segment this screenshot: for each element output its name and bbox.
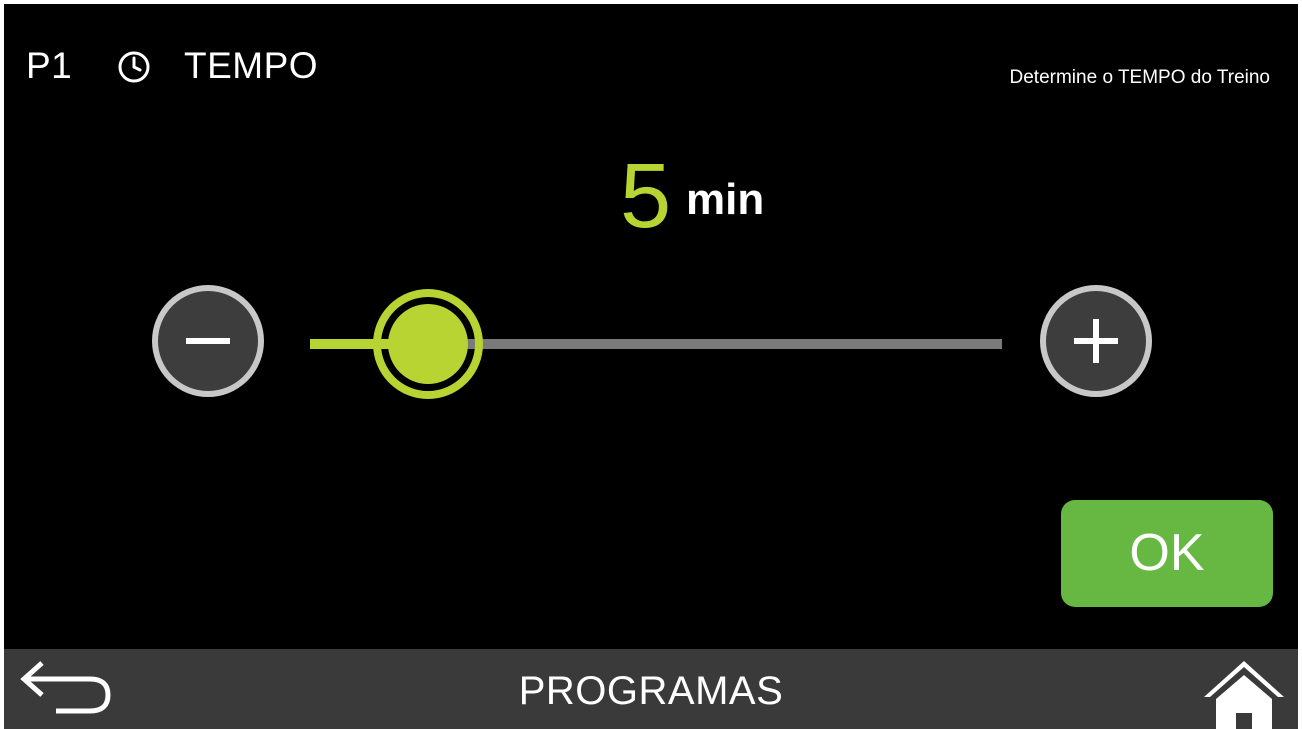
time-display: 5 min (4, 148, 1298, 248)
decrease-button[interactable] (152, 285, 264, 397)
time-slider[interactable] (304, 280, 1004, 404)
page-title: TEMPO (184, 45, 319, 86)
bottom-navigation-bar: PROGRAMAS (4, 649, 1298, 729)
time-setting-screen: P1 TEMPO Determine o TEMPO do Treino 5 m… (0, 0, 1302, 729)
time-value: 5 (620, 145, 672, 247)
instruction-text: Determine o TEMPO do Treino (1009, 67, 1270, 88)
home-icon[interactable] (1200, 655, 1288, 729)
clock-icon (118, 51, 150, 83)
plus-icon (1074, 319, 1118, 363)
slider-thumb[interactable] (371, 287, 485, 401)
minus-icon (186, 338, 230, 344)
increase-button[interactable] (1040, 285, 1152, 397)
section-title: PROGRAMAS (518, 669, 784, 713)
ok-button[interactable]: OK (1061, 500, 1273, 607)
time-unit: min (686, 175, 765, 224)
program-label: P1 (26, 45, 73, 86)
